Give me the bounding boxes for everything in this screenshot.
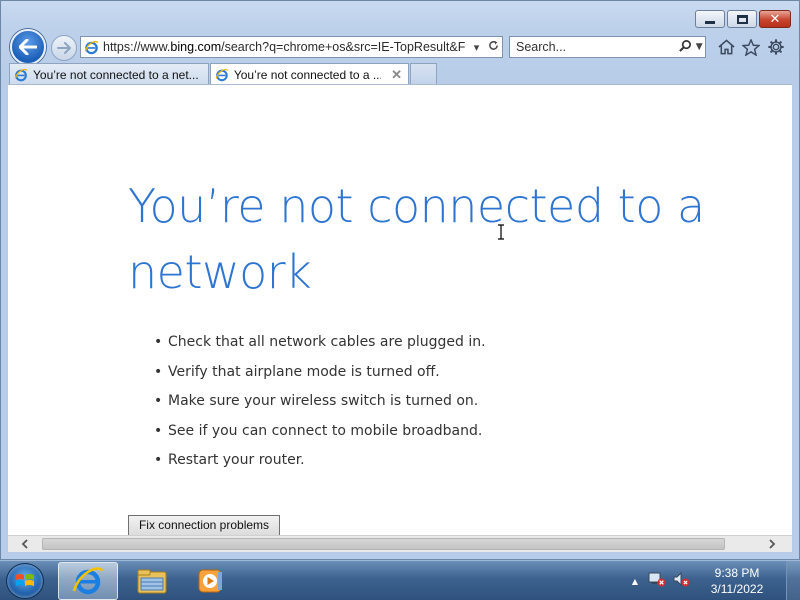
tab-1[interactable]: You’re not connected to a net... [9,63,209,85]
volume-muted-icon[interactable] [672,571,690,591]
maximize-icon [736,14,748,24]
internet-explorer-icon [72,567,104,595]
clock-time: 9:38 PM [714,566,760,580]
tab-strip: You’re not connected to a net... You’re … [9,63,438,85]
clock-date: 3/11/2022 [710,582,764,596]
tab-label: You’re not connected to a net... [33,67,199,82]
list-item: • Verify that airplane mode is turned off… [154,361,486,391]
minimize-icon [705,20,715,24]
settings-gear-icon[interactable] [767,37,785,57]
window-controls: ✕ [695,10,791,28]
horizontal-scrollbar[interactable] [8,535,792,552]
windows-logo-icon [16,574,34,586]
toolbar-icons [717,37,785,57]
system-tray: ▲ 9:38 PM 3/11/2022 [632,561,800,600]
taskbar-internet-explorer[interactable] [58,562,118,600]
troubleshooting-list: • Check that all network cables are plugg… [154,331,486,479]
close-icon: ✕ [769,11,781,27]
close-button[interactable]: ✕ [759,10,791,28]
search-box[interactable]: ▼ [509,36,706,58]
tip-text: Make sure your wireless switch is turned… [168,393,479,409]
clock[interactable]: 9:38 PM 3/11/2022 [696,565,778,597]
address-dropdown-icon[interactable]: ▾ [468,41,485,54]
show-hidden-icons[interactable]: ▲ [632,577,638,586]
tab-label: You’re not connected to a ... [233,67,382,82]
new-tab-button[interactable] [410,63,437,85]
tip-text: Verify that airplane mode is turned off. [168,363,440,380]
favorites-star-icon[interactable] [742,37,760,57]
list-item: • See if you can connect to mobile broadb… [154,420,486,450]
url-prefix: https://www. [103,40,171,54]
back-arrow-icon [19,39,37,55]
start-button[interactable] [6,563,44,599]
ie-icon [84,40,99,54]
page-viewport: You’re not connected to a network • Check… [8,84,792,535]
home-icon[interactable] [717,37,735,57]
page-title: You’re not connected to a network [128,179,705,299]
refresh-icon[interactable] [485,40,502,54]
file-explorer-icon [137,569,167,594]
forward-button[interactable] [51,35,77,61]
search-icon[interactable] [677,39,693,55]
tip-text: Check that all network cables are plugge… [168,334,486,350]
url-path: /search?q=chrome+os&src=IE-TopResult&F [221,40,466,54]
network-disconnected-icon[interactable] [648,571,666,591]
fix-connection-problems-button[interactable]: Fix connection problems [128,515,280,535]
scroll-left-icon[interactable] [16,536,33,552]
taskbar-file-explorer[interactable] [122,562,182,600]
show-desktop-button[interactable] [786,561,800,600]
ie-icon [215,68,229,81]
tip-text: See if you can connect to mobile broadba… [168,422,483,439]
search-dropdown-icon[interactable]: ▼ [693,42,705,52]
text-cursor-icon [498,224,504,240]
url-domain: bing.com [170,40,222,54]
maximize-button[interactable] [727,10,757,28]
list-item: • Check that all network cables are plugg… [154,331,486,361]
scroll-right-icon[interactable] [763,536,780,552]
taskbar-media-player[interactable] [180,562,240,600]
taskbar: ▲ 9:38 PM 3/11/2022 [0,560,800,600]
tab-2-active[interactable]: You’re not connected to a ... ✕ [210,63,409,85]
address-url[interactable]: https://www.bing.com/search?q=chrome+os&… [103,40,468,54]
search-input[interactable] [510,40,677,54]
list-item: • Restart your router. [154,449,486,479]
list-item: • Make sure your wireless switch is turne… [154,390,486,420]
tip-text: Restart your router. [168,452,305,468]
forward-arrow-icon [57,42,71,54]
back-button[interactable] [10,29,46,65]
ie-icon [14,68,28,81]
tab-close-icon[interactable]: ✕ [391,67,402,83]
minimize-button[interactable] [695,10,725,28]
address-bar[interactable]: https://www.bing.com/search?q=chrome+os&… [80,36,503,58]
media-player-icon [198,569,222,593]
scrollbar-thumb[interactable] [42,538,725,550]
